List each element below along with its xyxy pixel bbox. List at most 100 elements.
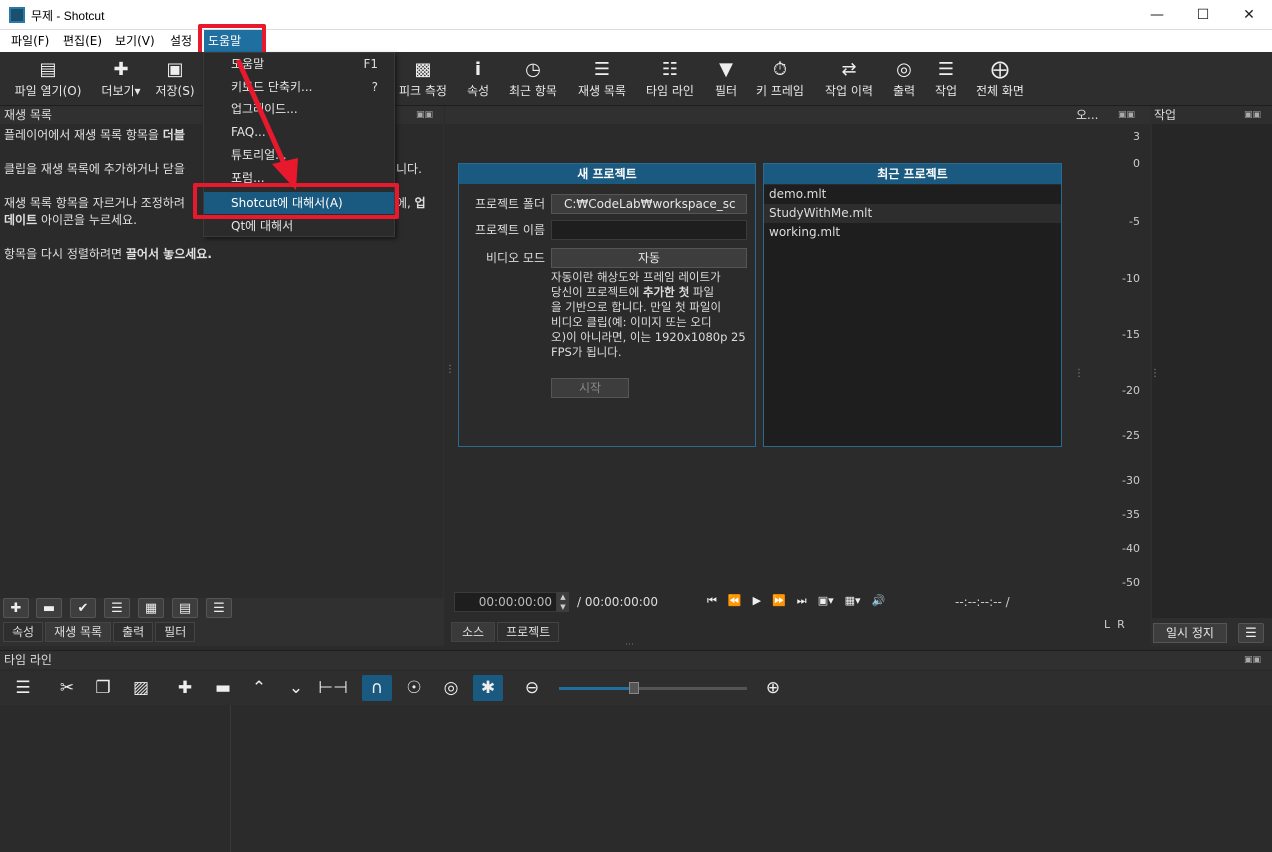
menu-view[interactable]: 보기(V) — [111, 30, 159, 52]
add-button[interactable]: ✚ — [3, 598, 29, 618]
split-button[interactable]: ⊢⊣ — [318, 675, 348, 701]
splitter-handle-left[interactable]: ⋮ — [445, 365, 455, 375]
splitter-handle-jobs[interactable]: ⋮ — [1150, 368, 1160, 379]
zoom-slider-handle[interactable] — [629, 682, 640, 694]
details-view-button[interactable]: ☰ — [104, 598, 130, 618]
scrub-toggle[interactable]: ☉ — [399, 675, 429, 701]
tab-export[interactable]: 출력 — [113, 622, 154, 642]
volume-icon[interactable]: 🔊 — [872, 594, 886, 608]
playlist-menu-button[interactable]: ☰ — [206, 598, 232, 618]
menu-file[interactable]: 파일(F) — [7, 30, 53, 52]
zoom-icon[interactable]: ▣▾ — [818, 594, 834, 608]
timecode-spinner[interactable]: ▲ ▼ — [557, 592, 569, 612]
open-file-button[interactable]: ▤ 파일 열기(O) — [8, 52, 88, 106]
rewind-icon[interactable]: ⏪ — [728, 594, 742, 608]
annotation-arrow — [235, 58, 298, 190]
duration-timecode: / 00:00:00:00 — [577, 595, 659, 609]
playlist-button[interactable]: ☰ 재생 목록 — [574, 52, 630, 106]
clipboard-icon: ▨ — [132, 678, 150, 698]
icon-view-icon: ▤ — [178, 600, 192, 616]
left-panel-tabs: 속성 재생 목록 출력 필터 — [3, 622, 196, 642]
fast-forward-icon[interactable]: ⏩ — [772, 594, 786, 608]
skip-next-icon[interactable]: ⏭ — [797, 594, 807, 608]
tab-properties[interactable]: 속성 — [3, 622, 44, 642]
list-item[interactable]: demo.mlt — [764, 185, 1061, 204]
meter-tick: -10 — [1122, 272, 1140, 285]
dock-float-icon[interactable]: ▣▣ — [416, 106, 433, 124]
keyframes-button[interactable]: ⏱ 키 프레임 — [752, 52, 808, 106]
project-folder-button[interactable]: C:₩CodeLab₩workspace_sc — [551, 194, 747, 214]
close-button[interactable]: ✕ — [1226, 0, 1272, 30]
timeline-icon: ☷ — [661, 59, 679, 80]
maximize-button[interactable]: ☐ — [1180, 0, 1226, 30]
save-button[interactable]: ▣ 저장(S) — [150, 52, 200, 106]
jobs-panel: 작업 ▣▣ 일시 정지 ☰ ⋮ — [1150, 106, 1272, 646]
remove-button[interactable]: ▬ — [208, 675, 238, 701]
fullscreen-button[interactable]: ⨁ 전체 화면 — [972, 52, 1028, 106]
window-title: 무제 - Shotcut — [31, 9, 105, 23]
remove-button[interactable]: ▬ — [36, 598, 62, 618]
splitter-handle-meter[interactable]: ⋮ — [1074, 368, 1084, 379]
timeline-header: 타임 라인 ▣▣ — [0, 651, 1272, 669]
dock-float-icon[interactable]: ▣▣ — [1244, 106, 1261, 124]
ripple-toggle[interactable]: ◎ — [436, 675, 466, 701]
append-button[interactable]: ✚ — [170, 675, 200, 701]
position-timecode-input[interactable]: 00:00:00:00 — [454, 592, 557, 612]
zoom-out-button[interactable]: ⊖ — [517, 675, 547, 701]
jobs-list — [1152, 124, 1272, 618]
minus-icon: ▬ — [214, 678, 232, 698]
more-button[interactable]: ✚ 더보기▾ — [98, 52, 144, 106]
history-button[interactable]: ⇄ 작업 이력 — [820, 52, 878, 106]
timeline-button[interactable]: ☷ 타임 라인 — [642, 52, 698, 106]
dock-float-icon[interactable]: ▣▣ — [1244, 651, 1261, 669]
update-button[interactable]: ✔ — [70, 598, 96, 618]
pause-button[interactable]: 일시 정지 — [1153, 623, 1227, 643]
jobs-menu-button[interactable]: ☰ — [1238, 623, 1264, 643]
tab-playlist[interactable]: 재생 목록 — [45, 622, 112, 642]
peak-meter-button[interactable]: ▩ 피크 측정 — [395, 52, 451, 106]
snap-toggle[interactable]: ∩ — [362, 675, 392, 701]
overwrite-button[interactable]: ⌄ — [281, 675, 311, 701]
grid-icon[interactable]: ▦▾ — [845, 594, 861, 608]
play-icon[interactable]: ▶ — [753, 594, 761, 608]
list-view-icon: ☰ — [111, 600, 123, 616]
export-button[interactable]: ◎ 출력 — [888, 52, 920, 106]
minimize-button[interactable]: — — [1134, 0, 1180, 30]
ripple-all-toggle[interactable]: ✱ — [473, 675, 503, 701]
menu-settings[interactable]: 설정 — [166, 30, 196, 52]
properties-button[interactable]: i 속성 — [462, 52, 494, 106]
zoom-in-button[interactable]: ⊕ — [758, 675, 788, 701]
icons-view-button[interactable]: ▤ — [172, 598, 198, 618]
tab-source[interactable]: 소스 — [451, 622, 496, 642]
project-name-input[interactable] — [551, 220, 747, 240]
video-mode-select[interactable]: 자동 — [551, 248, 747, 268]
playlist-panel-title: 재생 목록 — [4, 108, 52, 122]
list-item[interactable]: StudyWithMe.mlt — [764, 204, 1061, 223]
menu-edit[interactable]: 편집(E) — [59, 30, 106, 52]
timeline-menu-button[interactable]: ☰ — [8, 675, 38, 701]
jobs-header: 작업 ▣▣ — [1150, 106, 1272, 124]
paste-button[interactable]: ▨ — [126, 675, 156, 701]
cut-button[interactable]: ✂ — [52, 675, 82, 701]
meter-tick: -25 — [1122, 429, 1140, 442]
copy-button[interactable]: ❐ — [88, 675, 118, 701]
zoom-slider[interactable] — [559, 682, 747, 694]
zoom-out-icon: ⊖ — [524, 678, 540, 698]
tab-project[interactable]: 프로젝트 — [497, 622, 560, 642]
skip-previous-icon[interactable]: ⏮ — [707, 594, 717, 608]
start-button[interactable]: 시작 — [551, 378, 629, 398]
recent-button[interactable]: ◷ 최근 항목 — [504, 52, 562, 106]
list-item[interactable]: working.mlt — [764, 223, 1061, 242]
splitter-handle-bottom[interactable]: ⋯ — [625, 640, 634, 650]
recent-projects-list: demo.mlt StudyWithMe.mlt working.mlt — [764, 185, 1061, 446]
stopwatch-icon: ⏱ — [772, 59, 788, 80]
clock-icon: ◷ — [525, 59, 541, 80]
tiles-view-button[interactable]: ▦ — [138, 598, 164, 618]
jobs-title: 작업 — [1154, 108, 1177, 122]
dock-float-icon[interactable]: ▣▣ — [1118, 106, 1135, 124]
tab-filters[interactable]: 필터 — [155, 622, 196, 642]
lift-button[interactable]: ⌃ — [244, 675, 274, 701]
filters-button[interactable]: ▼ 필터 — [710, 52, 742, 106]
meter-tick: 0 — [1133, 157, 1140, 170]
jobs-button[interactable]: ☰ 작업 — [930, 52, 962, 106]
